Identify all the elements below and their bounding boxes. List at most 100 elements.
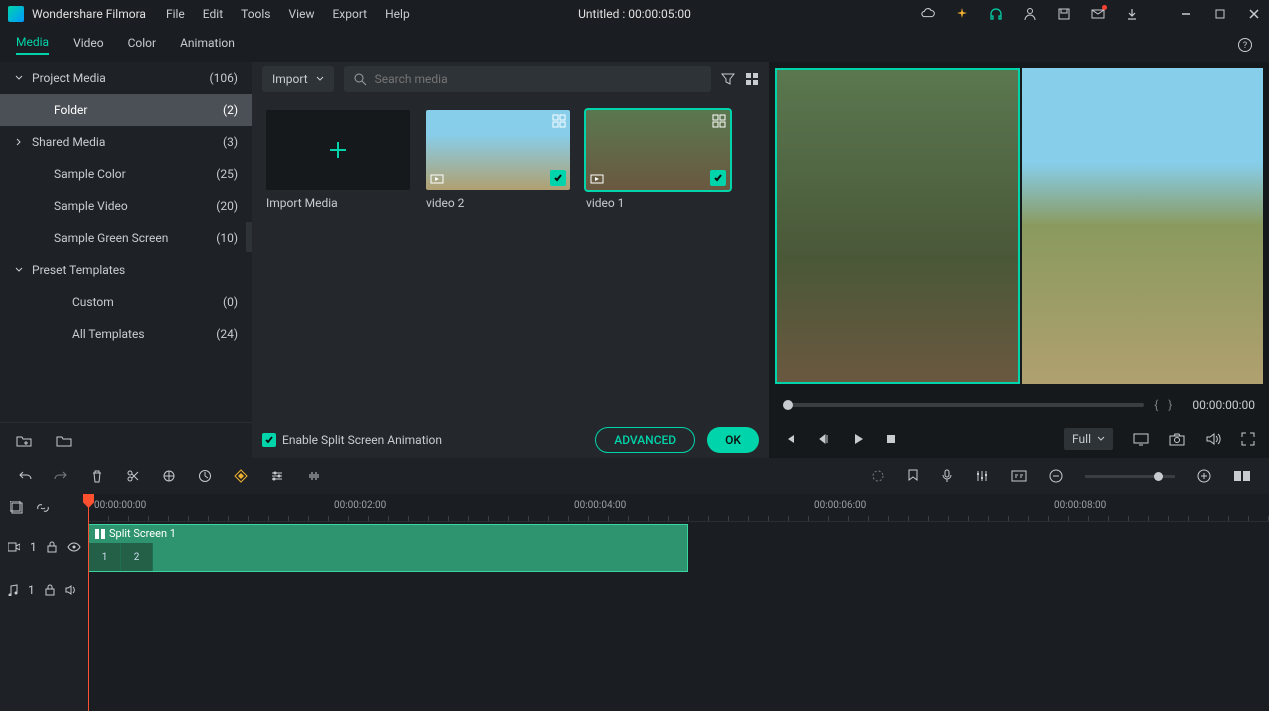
keyframe-icon[interactable]	[234, 469, 248, 483]
lock-icon[interactable]	[45, 584, 55, 596]
sidebar-item[interactable]: All Templates(24)	[0, 318, 252, 350]
filter-icon[interactable]	[721, 72, 735, 86]
undo-icon[interactable]	[18, 469, 32, 483]
audio-track-head: 1	[0, 572, 88, 608]
zoom-thumb[interactable]	[1154, 472, 1163, 481]
tab-media[interactable]: Media	[16, 35, 49, 55]
sidebar-item[interactable]: Sample Video(20)	[0, 190, 252, 222]
checkbox-label: Enable Split Screen Animation	[282, 433, 442, 447]
sidebar-item[interactable]: Custom(0)	[0, 286, 252, 318]
zoom-out-icon[interactable]	[1049, 469, 1063, 483]
display-icon[interactable]	[1133, 432, 1149, 446]
preview-left-frame[interactable]	[775, 68, 1020, 384]
search-input[interactable]	[344, 66, 711, 92]
sidebar-item[interactable]: Folder(2)	[0, 94, 252, 126]
media-card[interactable]: video 1	[586, 110, 730, 210]
snapshot-icon[interactable]	[1169, 432, 1185, 446]
grid-view-icon[interactable]	[745, 72, 759, 86]
render-icon[interactable]	[871, 469, 885, 483]
clip-cell-2[interactable]: 2	[121, 543, 153, 571]
volume-icon[interactable]	[1205, 432, 1221, 446]
timeline: 1 1 00:00:00:0000:00:02:0000:00:04:0000:…	[0, 494, 1269, 711]
close-icon[interactable]	[1247, 7, 1261, 21]
speed-icon[interactable]	[198, 469, 212, 483]
search-field[interactable]	[375, 72, 701, 86]
collapse-handle[interactable]	[246, 222, 252, 252]
preview-panel: { } 00:00:00:00 Full	[769, 62, 1269, 458]
tab-video[interactable]: Video	[73, 36, 104, 54]
new-folder-icon[interactable]	[16, 434, 32, 448]
media-card[interactable]: Import Media	[266, 110, 410, 210]
advanced-button[interactable]: ADVANCED	[595, 427, 695, 453]
menu-tools[interactable]: Tools	[241, 7, 270, 21]
lock-icon[interactable]	[47, 541, 57, 553]
audio-wave-icon[interactable]	[306, 469, 322, 483]
play-back-icon[interactable]	[817, 432, 831, 446]
split-screen-anim-checkbox[interactable]: Enable Split Screen Animation	[262, 433, 442, 447]
video-track-icon	[8, 542, 20, 552]
minimize-icon[interactable]	[1179, 7, 1193, 21]
sidebar-item[interactable]: Sample Color(25)	[0, 158, 252, 190]
media-card[interactable]: video 2	[426, 110, 570, 210]
stop-icon[interactable]	[885, 433, 897, 445]
ok-button[interactable]: OK	[707, 427, 759, 453]
download-icon[interactable]	[1125, 7, 1139, 21]
bracket-open-icon[interactable]: {	[1154, 398, 1158, 412]
link-icon[interactable]	[36, 501, 50, 515]
timeline-ruler[interactable]: 00:00:00:0000:00:02:0000:00:04:0000:00:0…	[88, 494, 1269, 522]
help-icon[interactable]: ?	[1237, 37, 1253, 53]
fit-icon[interactable]	[1233, 469, 1251, 483]
sidebar-item[interactable]: Shared Media(3)	[0, 126, 252, 158]
folder-icon[interactable]	[56, 434, 72, 448]
mixer-icon[interactable]	[975, 469, 989, 483]
eye-icon[interactable]	[67, 542, 81, 552]
tab-color[interactable]: Color	[128, 36, 156, 54]
zoom-in-icon[interactable]	[1197, 469, 1211, 483]
user-icon[interactable]	[1023, 7, 1037, 21]
sidebar-item[interactable]: Preset Templates	[0, 254, 252, 286]
menu-export[interactable]: Export	[332, 7, 367, 21]
clip-cell-1[interactable]: 1	[89, 543, 121, 571]
menu-help[interactable]: Help	[385, 7, 410, 21]
bracket-close-icon[interactable]: }	[1168, 398, 1172, 412]
split-icon[interactable]	[126, 469, 140, 483]
menu-file[interactable]: File	[166, 7, 185, 21]
timeline-clip[interactable]: Split Screen 1 1 2	[88, 524, 688, 572]
timeline-tracks[interactable]: 00:00:00:0000:00:02:0000:00:04:0000:00:0…	[88, 494, 1269, 711]
headphones-icon[interactable]	[989, 7, 1003, 21]
timeline-toolbar	[0, 458, 1269, 494]
sidebar-item[interactable]: Project Media(106)	[0, 62, 252, 94]
scrub-thumb[interactable]	[783, 400, 793, 410]
quality-select[interactable]: Full	[1064, 428, 1113, 450]
delete-icon[interactable]	[90, 469, 104, 483]
speaker-icon[interactable]	[65, 584, 77, 596]
play-icon[interactable]	[851, 432, 865, 446]
maximize-icon[interactable]	[1213, 7, 1227, 21]
import-dropdown[interactable]: Import	[262, 66, 334, 92]
subnav: Media Video Color Animation ?	[0, 28, 1269, 62]
sidebar-item[interactable]: Sample Green Screen(10)	[0, 222, 252, 254]
marker-icon[interactable]	[907, 469, 919, 483]
playhead[interactable]	[88, 494, 89, 711]
fullscreen-icon[interactable]	[1241, 432, 1255, 446]
prev-frame-icon[interactable]	[783, 432, 797, 446]
video-track-num: 1	[30, 540, 37, 554]
cloud-icon[interactable]	[921, 7, 935, 21]
video-track-head: 1	[0, 522, 88, 572]
save-icon[interactable]	[1057, 7, 1071, 21]
zoom-slider[interactable]	[1085, 475, 1175, 478]
mail-icon[interactable]	[1091, 7, 1105, 21]
sparkle-icon[interactable]	[955, 7, 969, 21]
redo-icon[interactable]	[54, 469, 68, 483]
timeline-layers-icon[interactable]	[10, 501, 24, 515]
caption-icon[interactable]	[1011, 470, 1027, 482]
menu-edit[interactable]: Edit	[203, 7, 223, 21]
mic-icon[interactable]	[941, 469, 953, 483]
scrub-track[interactable]	[783, 403, 1144, 407]
adjust-icon[interactable]	[270, 469, 284, 483]
crop-icon[interactable]	[162, 469, 176, 483]
menu-view[interactable]: View	[289, 7, 315, 21]
preview-right-frame[interactable]	[1022, 68, 1263, 384]
audio-track-num: 1	[28, 583, 35, 597]
tab-animation[interactable]: Animation	[180, 36, 235, 54]
